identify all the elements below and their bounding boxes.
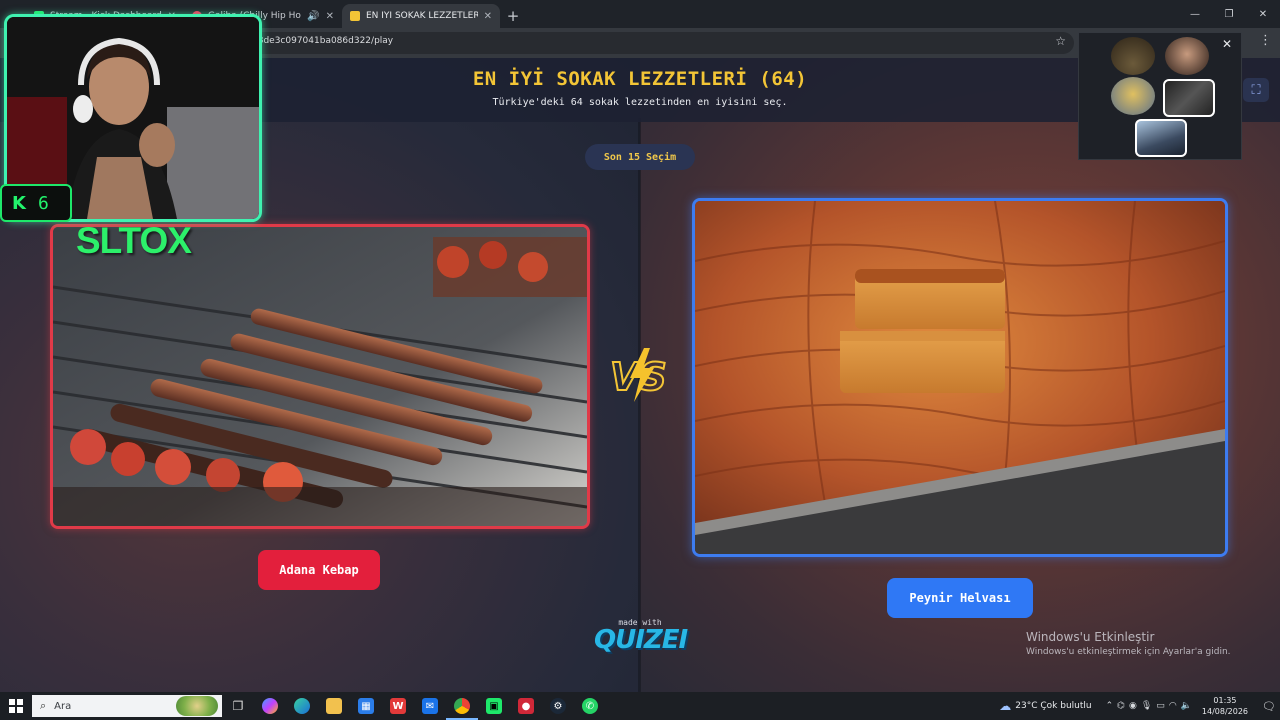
- kick-logo-icon: K: [12, 192, 26, 214]
- kick-viewer-badge: K 6: [0, 184, 72, 222]
- minimize-icon[interactable]: —: [1178, 0, 1212, 28]
- search-placeholder: Ara: [54, 700, 72, 712]
- right-choice-image[interactable]: [692, 198, 1228, 557]
- browser-menu-icon[interactable]: ⋮: [1259, 33, 1272, 48]
- steam-icon[interactable]: ⚙: [542, 692, 574, 720]
- peynir-helvasi-image: [695, 201, 1225, 554]
- history-button[interactable]: Son 15 Seçim: [585, 144, 695, 170]
- tab-close-icon[interactable]: ✕: [484, 11, 492, 22]
- notifications-icon[interactable]: 🗨: [1258, 700, 1280, 713]
- activation-title: Windows'u Etkinleştir: [1026, 630, 1155, 644]
- choice-button-right[interactable]: Peynir Helvası: [887, 578, 1033, 618]
- microphone-icon[interactable]: 🎙: [1141, 701, 1152, 711]
- omnibox[interactable]: 78de3c097041ba086d322/play ☆: [238, 32, 1074, 54]
- tab-quiz-active[interactable]: EN İYİ SOKAK LEZZETLERİ (64) ✕: [342, 4, 500, 28]
- participant-avatar[interactable]: [1111, 77, 1155, 115]
- participant-avatar[interactable]: [1165, 37, 1209, 75]
- chrome-icon[interactable]: [446, 692, 478, 720]
- wps-office-icon[interactable]: W: [382, 692, 414, 720]
- clock-date: 14/08/2026: [1201, 707, 1248, 716]
- left-choice-image[interactable]: [50, 224, 590, 529]
- window-controls: — ❐ ✕: [1178, 0, 1280, 28]
- recorder-app-icon[interactable]: ●: [510, 692, 542, 720]
- system-tray: ☁ 23°C Çok bulutlu ⌃ ⌬ ◉ 🎙 ▭ ◠ 🔈 01:35 1…: [999, 692, 1280, 720]
- windows-taskbar: ⌕ Ara ❐ ▦ W ✉ ▣ ● ⚙ ✆ ☁ 23°C Çok bulutlu…: [0, 692, 1280, 720]
- tray-icons: ⌃ ⌬ ◉ 🎙 ▭ ◠ 🔈: [1106, 701, 1192, 711]
- microsoft-store-icon[interactable]: ▦: [350, 692, 382, 720]
- network-icon[interactable]: ⌬: [1117, 701, 1125, 711]
- participant-video-tile[interactable]: [1163, 79, 1215, 117]
- participant-avatar[interactable]: [1111, 37, 1155, 75]
- url-text: 78de3c097041ba086d322/play: [252, 36, 394, 46]
- call-participants-panel: ✕: [1078, 32, 1242, 160]
- call-panel-close-icon[interactable]: ✕: [1222, 37, 1232, 51]
- choice-button-left[interactable]: Adana Kebap: [258, 550, 380, 590]
- fullscreen-icon[interactable]: ⛶: [1243, 78, 1269, 102]
- battery-icon[interactable]: ▭: [1156, 701, 1165, 711]
- search-icon: ⌕: [40, 699, 47, 712]
- windows-activation-watermark: Windows'u Etkinleştir Windows'u etkinleş…: [1026, 630, 1276, 657]
- weather-text: 23°C Çok bulutlu: [1015, 701, 1092, 711]
- whatsapp-icon[interactable]: ✆: [574, 692, 606, 720]
- search-highlight-image: [176, 696, 218, 716]
- streamer-name-overlay: SLTOX: [76, 220, 192, 261]
- taskbar-clock[interactable]: 01:35 14/08/2026: [1202, 695, 1248, 717]
- quizei-logo: QUIZEI: [594, 625, 688, 655]
- close-window-icon[interactable]: ✕: [1246, 0, 1280, 28]
- kick-app-icon[interactable]: ▣: [478, 692, 510, 720]
- bookmark-star-icon[interactable]: ☆: [1055, 34, 1066, 48]
- audio-playing-icon[interactable]: 🔊: [307, 11, 319, 22]
- new-tab-plus-icon[interactable]: +: [500, 4, 526, 28]
- restore-icon[interactable]: ❐: [1212, 0, 1246, 28]
- task-view-icon[interactable]: ❐: [222, 692, 254, 720]
- file-explorer-icon[interactable]: [318, 692, 350, 720]
- edge-icon[interactable]: [286, 692, 318, 720]
- mail-icon[interactable]: ✉: [414, 692, 446, 720]
- cloud-icon: ☁: [999, 699, 1012, 713]
- kick-viewer-count: 6: [37, 192, 49, 214]
- tray-overflow-chevron-icon[interactable]: ⌃: [1106, 701, 1114, 711]
- made-with-quizei[interactable]: made with QUIZEI: [594, 618, 688, 655]
- clock-time: 01:35: [1213, 696, 1237, 705]
- kebab-grill-image: [53, 227, 587, 526]
- quiz-favicon-icon: [350, 11, 360, 21]
- app-tray-icon[interactable]: ◉: [1129, 701, 1137, 711]
- taskbar-search-input[interactable]: ⌕ Ara: [32, 695, 222, 717]
- activation-message: Windows'u etkinleştirmek için Ayarlar'a …: [1026, 647, 1231, 657]
- start-windows-icon[interactable]: [0, 692, 32, 720]
- tab-close-icon[interactable]: ✕: [326, 11, 334, 22]
- tab-title: EN İYİ SOKAK LEZZETLERİ (64): [366, 11, 478, 21]
- versus-icon: VS: [609, 348, 668, 402]
- participant-video-tile[interactable]: [1135, 119, 1187, 157]
- center-divider: [638, 118, 641, 692]
- volume-icon[interactable]: 🔈: [1181, 701, 1192, 711]
- weather-widget[interactable]: ☁ 23°C Çok bulutlu: [999, 699, 1091, 713]
- copilot-icon[interactable]: [254, 692, 286, 720]
- cut-slices: [840, 269, 1005, 393]
- wifi-icon[interactable]: ◠: [1169, 701, 1177, 711]
